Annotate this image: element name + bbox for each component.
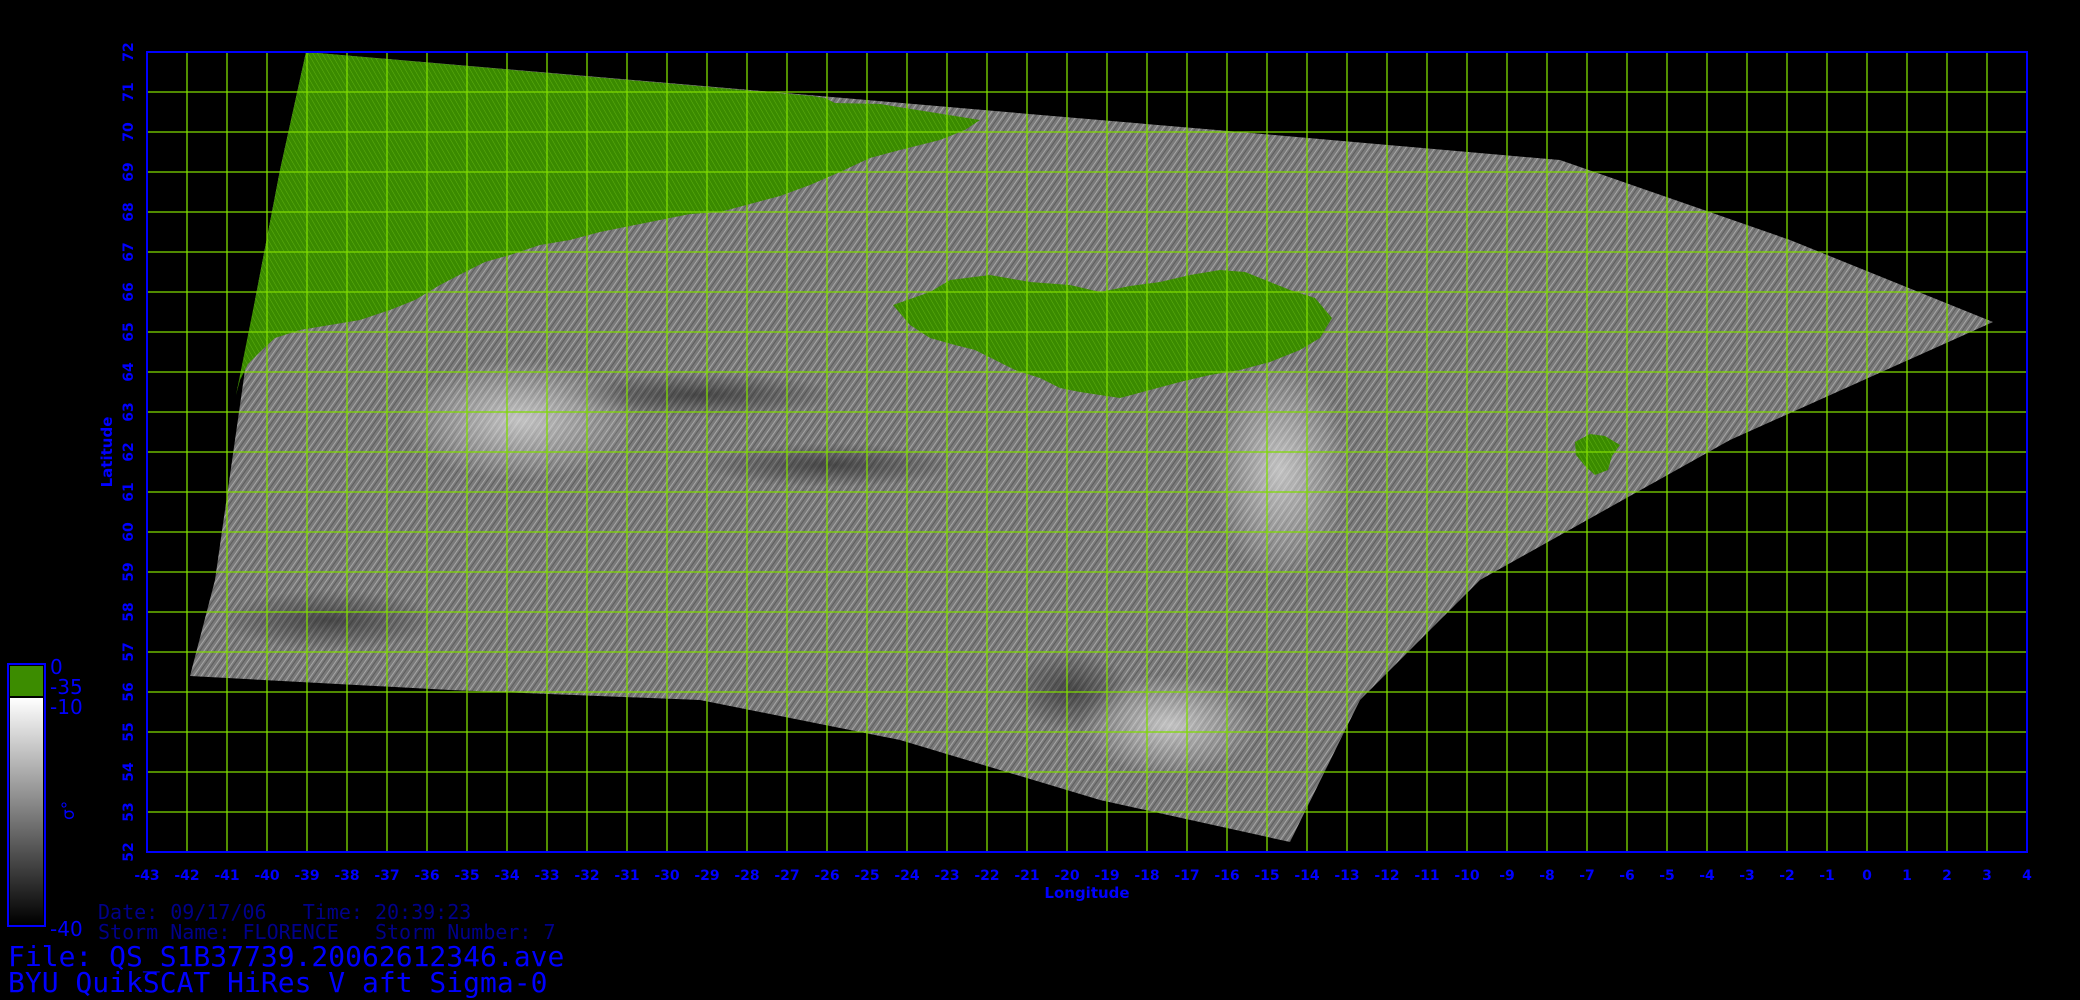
latitude-tick-label: 64 [121, 362, 137, 382]
latitude-tick-label: 70 [121, 122, 137, 142]
latitude-tick-label: 52 [121, 842, 137, 861]
colorbar-ocean-top-label: -10 [50, 695, 83, 719]
longitude-tick-label: -29 [694, 868, 719, 884]
longitude-tick-label: -6 [1619, 868, 1635, 884]
longitude-tick-label: -24 [894, 868, 920, 884]
longitude-tick-label: -8 [1539, 868, 1555, 884]
longitude-tick-label: -33 [534, 868, 559, 884]
longitude-tick-label: -23 [934, 868, 959, 884]
latitude-tick-label: 56 [121, 682, 137, 701]
longitude-tick-label: -25 [854, 868, 879, 884]
longitude-tick-label: -36 [414, 868, 439, 884]
latitude-tick-label: 67 [121, 242, 137, 261]
low-backscatter-band [220, 590, 440, 650]
longitude-tick-label: -14 [1294, 868, 1320, 884]
latitude-tick-label: 55 [121, 722, 137, 741]
high-backscatter-area [1210, 360, 1350, 580]
latitude-tick-label: 53 [121, 802, 137, 821]
longitude-tick-label: -9 [1499, 868, 1515, 884]
longitude-tick-label: 0 [1862, 868, 1872, 884]
colorbar-land-segment [10, 666, 43, 696]
latitude-tick-label: 63 [121, 402, 137, 421]
longitude-tick-label: -10 [1454, 868, 1480, 884]
x-axis-label: Longitude [1044, 884, 1129, 902]
latitude-tick-label: 61 [121, 482, 137, 501]
colorbar-ocean-gradient [10, 698, 43, 924]
latitude-tick-label: 68 [121, 202, 137, 221]
longitude-tick-label: -19 [1094, 868, 1119, 884]
longitude-tick-label: -32 [574, 868, 599, 884]
longitude-tick-label: -26 [814, 868, 839, 884]
longitude-tick-label: 1 [1902, 868, 1912, 884]
latitude-tick-label: 62 [121, 442, 137, 461]
longitude-tick-label: 2 [1942, 868, 1952, 884]
longitude-tick-label: -39 [294, 868, 319, 884]
longitude-tick-label: -27 [774, 868, 799, 884]
longitude-tick-label: -11 [1414, 868, 1439, 884]
low-backscatter-band [700, 443, 960, 487]
longitude-tick-label: -4 [1699, 868, 1715, 884]
longitude-tick-label: -34 [494, 868, 520, 884]
longitude-tick-label: -38 [334, 868, 359, 884]
longitude-tick-label: -22 [974, 868, 999, 884]
longitude-tick-label: -18 [1134, 868, 1159, 884]
colorbar-ocean-bottom-label: -40 [50, 917, 83, 941]
longitude-tick-label: 3 [1982, 868, 1992, 884]
latitude-tick-label: 58 [121, 602, 137, 621]
longitude-tick-label: -5 [1659, 868, 1675, 884]
y-axis-label: Latitude [98, 417, 116, 488]
latitude-tick-label: 65 [121, 322, 137, 341]
longitude-tick-label: -3 [1739, 868, 1755, 884]
latitude-tick-label: 54 [121, 762, 137, 782]
lon-tick-labels: -43 -42 -41 -40 -39 -38 -37 -36 -35 -34 -33 -32 -31-… [134, 868, 2032, 884]
longitude-tick-label: -35 [454, 868, 479, 884]
longitude-tick-label: -13 [1334, 868, 1359, 884]
longitude-tick-label: -7 [1579, 868, 1595, 884]
longitude-tick-label: 4 [2022, 868, 2032, 884]
longitude-tick-label: -31 [614, 868, 639, 884]
high-backscatter-area [400, 360, 640, 480]
longitude-tick-label: -12 [1374, 868, 1399, 884]
longitude-tick-label: -15 [1254, 868, 1279, 884]
colorbar: 0 -35 -10 -40 σ° [7, 655, 83, 941]
latitude-tick-label: 59 [121, 562, 137, 581]
latitude-tick-label: 72 [121, 42, 137, 61]
latitude-tick-label: 71 [121, 82, 137, 101]
longitude-tick-label: -1 [1819, 868, 1835, 884]
latitude-tick-label: 69 [121, 162, 137, 181]
longitude-tick-label: -16 [1214, 868, 1239, 884]
product-line: BYU QuikSCAT HiRes V aft Sigma-0 [8, 966, 548, 999]
scatterometer-map: 52 53 54 55 56 57 58 59 60 61 62 63 64 65 66 67 68 69 70 71… [7, 42, 2032, 941]
longitude-tick-label: -43 [134, 868, 159, 884]
longitude-tick-label: -20 [1054, 868, 1080, 884]
longitude-tick-label: -37 [374, 868, 399, 884]
longitude-tick-label: -41 [214, 868, 239, 884]
latitude-tick-label: 66 [121, 282, 137, 301]
longitude-tick-label: -2 [1779, 868, 1795, 884]
longitude-tick-label: -17 [1174, 868, 1199, 884]
longitude-tick-label: -30 [654, 868, 680, 884]
colorbar-sigma-symbol: σ° [59, 801, 79, 820]
longitude-tick-label: -42 [174, 868, 199, 884]
longitude-tick-label: -21 [1014, 868, 1039, 884]
longitude-tick-label: -40 [254, 868, 280, 884]
lat-grid [147, 51, 2027, 853]
latitude-tick-label: 57 [121, 642, 137, 661]
lat-tick-labels: 52 53 54 55 56 57 58 59 60 61 62 63 64 65 66 67 68 69 70 71… [121, 42, 137, 861]
longitude-tick-label: -28 [734, 868, 759, 884]
latitude-tick-label: 60 [121, 522, 137, 542]
